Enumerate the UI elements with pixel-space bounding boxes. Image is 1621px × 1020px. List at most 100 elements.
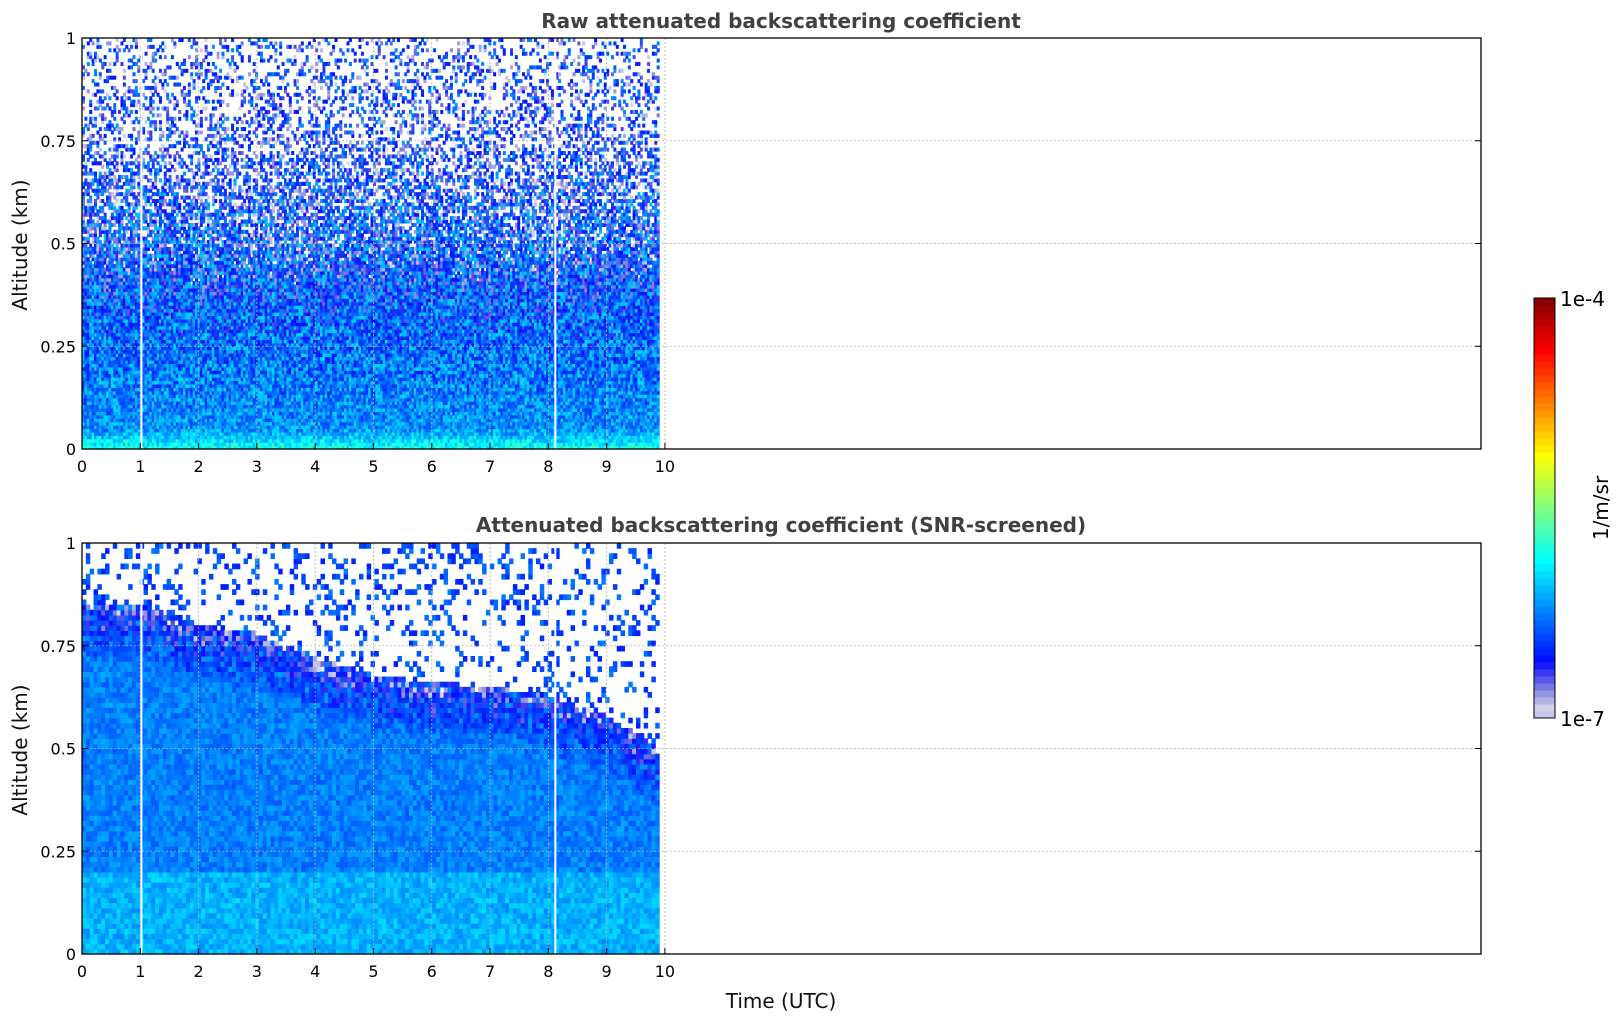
heatmap-cell [173,96,176,100]
heatmap-cell [193,178,196,182]
heatmap-cell [104,213,107,217]
heatmap-cell [94,72,97,76]
heatmap-cell [205,107,208,111]
heatmap-cell [149,189,152,193]
heatmap-cell [205,168,208,172]
heatmap-cell [145,76,148,80]
heatmap-cell [152,93,155,97]
heatmap-cell [137,59,140,63]
heatmap-cell [113,202,116,206]
heatmap-cell [116,59,119,63]
heatmap-cell [130,110,133,114]
heatmap-cell [128,250,131,254]
heatmap-cell [89,103,92,107]
heatmap-cell [219,189,222,193]
heatmap-cell [104,107,107,111]
heatmap-cell [219,237,222,241]
heatmap-cell [185,134,188,138]
heatmap-cell [142,127,145,131]
heatmap-cell [96,196,99,200]
heatmap-cell [101,192,104,196]
heatmap-cell [173,130,176,134]
heatmap-cell [92,134,95,138]
heatmap-cell [154,257,157,261]
heatmap-cell [188,93,191,97]
heatmap-cell [147,165,150,169]
heatmap-cell [87,237,90,241]
heatmap-cell [130,154,133,158]
heatmap-cell [116,55,119,59]
heatmap-cell [89,100,92,104]
heatmap-cell [181,130,184,134]
heatmap-cell [145,250,148,254]
heatmap-cell [173,107,176,111]
heatmap-cell [166,107,169,111]
heatmap-cell [104,117,107,121]
heatmap-cell [178,134,181,138]
heatmap-cell [108,120,111,124]
heatmap-cell [84,117,87,121]
heatmap-cell [130,65,133,69]
heatmap-cell [173,117,176,121]
heatmap-cell [149,196,152,200]
heatmap-cell [214,199,217,203]
heatmap-cell [120,96,123,100]
heatmap-cell [178,110,181,114]
heatmap-cell [169,182,172,186]
heatmap-cell [123,233,126,237]
heatmap-cell [164,55,167,59]
heatmap-cell [166,120,169,124]
heatmap-cell [195,65,198,69]
heatmap-cell [96,130,99,134]
heatmap-cell [205,48,208,52]
heatmap-cell [159,148,162,152]
heatmap-cell [214,124,217,128]
heatmap-cell [181,148,184,152]
heatmap-cell [113,196,116,200]
heatmap-cell [161,158,164,162]
heatmap-cell [99,148,102,152]
heatmap-cell [128,209,131,213]
heatmap-cell [96,141,99,145]
heatmap-cell [149,89,152,93]
heatmap-cell [190,250,193,254]
heatmap-cell [209,158,212,162]
heatmap-cell [178,141,181,145]
heatmap-cell [188,100,191,104]
heatmap-cell [99,233,102,237]
heatmap-cell [205,161,208,165]
heatmap-cell [137,120,140,124]
heatmap-cell [89,216,92,220]
heatmap-cell [209,182,212,186]
heatmap-cell [205,185,208,189]
heatmap-cell [137,237,140,241]
heatmap-cell [209,172,212,176]
heatmap-cell [164,161,167,165]
heatmap-cell [149,168,152,172]
heatmap-cell [142,79,145,83]
heatmap-cell [113,206,116,210]
heatmap-cell [128,96,131,100]
heatmap-cell [101,199,104,203]
heatmap-cell [154,124,157,128]
heatmap-cell [207,247,210,251]
heatmap-cell [116,45,119,49]
heatmap-cell [87,124,90,128]
heatmap-cell [132,55,135,59]
heatmap-cell [209,154,212,158]
heatmap-cell [190,76,193,80]
heatmap-cell [118,110,121,114]
heatmap-cell [154,158,157,162]
heatmap-cell [214,134,217,138]
heatmap-cell [94,117,97,121]
heatmap-cell [164,69,167,73]
heatmap-cell [188,83,191,87]
heatmap-cell [202,233,205,237]
heatmap-cell [99,76,102,80]
heatmap-cell [96,237,99,241]
heatmap-cell [123,83,126,87]
heatmap-cell [120,185,123,189]
heatmap-cell [130,168,133,172]
heatmap-cell [135,45,138,49]
heatmap-cell [154,120,157,124]
